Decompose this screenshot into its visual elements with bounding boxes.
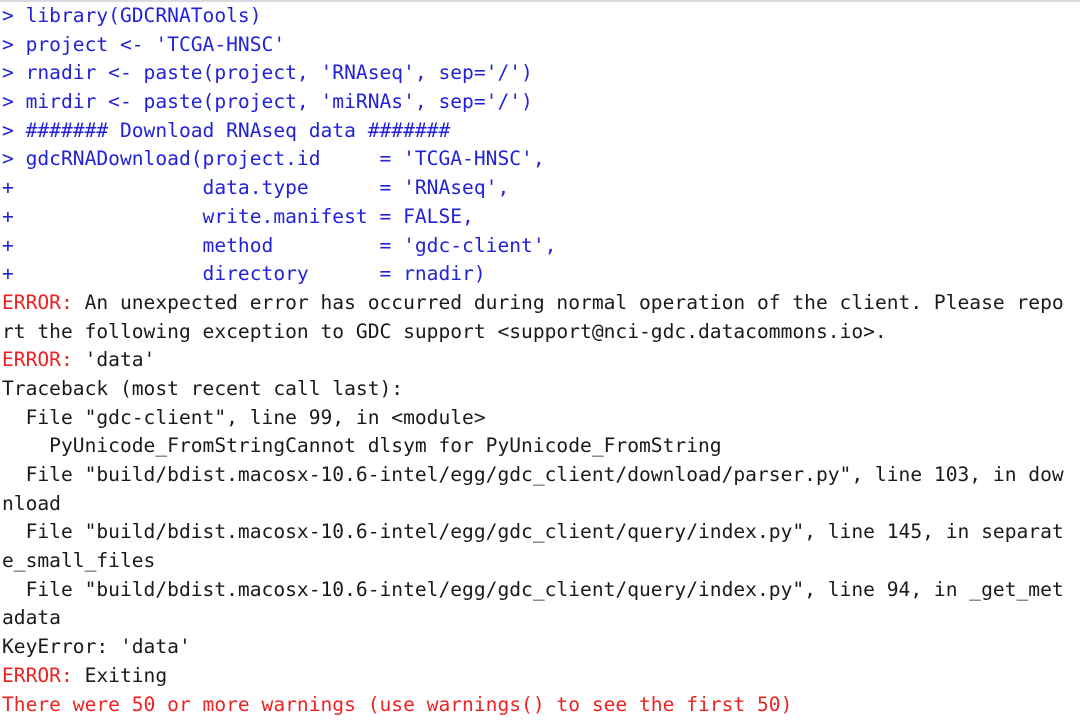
console-line-segment: > mirdir <- paste(project, 'miRNAs', sep…: [2, 90, 533, 114]
console-line-error: ERROR: An unexpected error has occurred …: [2, 289, 1080, 318]
console-line-segment: Traceback (most recent call last):: [2, 376, 404, 400]
console-line-segment: > ####### Download RNAseq data #######: [2, 118, 451, 142]
console-line-segment: ERROR:: [2, 663, 73, 687]
console-line-output: rt the following exception to GDC suppor…: [2, 318, 1080, 347]
console-line-input: > mirdir <- paste(project, 'miRNAs', sep…: [2, 88, 1080, 117]
console-line-segment: e_small_files: [2, 549, 156, 573]
console-line-input: > library(GDCRNATools): [2, 2, 1080, 31]
console-line-segment: 'data': [72, 348, 156, 372]
console-line-output: nload: [2, 490, 1080, 519]
console-line-output: File "build/bdist.macosx-10.6-intel/egg/…: [2, 576, 1080, 605]
console-line-segment: > project <- 'TCGA-HNSC': [2, 32, 286, 56]
console-line-segment: rt the following exception to GDC suppor…: [2, 319, 887, 343]
console-line-error: ERROR: Exiting: [2, 662, 1080, 691]
console-line-segment: nload: [2, 491, 61, 515]
console-line-segment: File "build/bdist.macosx-10.6-intel/egg/…: [2, 520, 1064, 544]
console-line-segment: There were 50 or more warnings (use warn…: [2, 692, 793, 716]
console-line-segment: + directory = rnadir): [2, 262, 486, 286]
console-line-segment: + method = 'gdc-client',: [2, 233, 557, 257]
console-line-output: e_small_files: [2, 547, 1080, 576]
console-line-input: + data.type = 'RNAseq',: [2, 174, 1080, 203]
console-line-segment: PyUnicode_FromStringCannot dlsym for PyU…: [2, 434, 722, 458]
console-line-output: PyUnicode_FromStringCannot dlsym for PyU…: [2, 432, 1080, 461]
console-line-input: + method = 'gdc-client',: [2, 232, 1080, 261]
console-line-segment: adata: [2, 606, 61, 630]
console-line-input: + directory = rnadir): [2, 260, 1080, 289]
console-line-input: > ####### Download RNAseq data #######: [2, 117, 1080, 146]
console-line-output: adata: [2, 604, 1080, 633]
console-line-segment: File "gdc-client", line 99, in <module>: [2, 405, 486, 429]
console-line-output: File "build/bdist.macosx-10.6-intel/egg/…: [2, 461, 1080, 490]
console-line-segment: > rnadir <- paste(project, 'RNAseq', sep…: [2, 61, 533, 85]
console-line-segment: An unexpected error has occurred during …: [72, 290, 1064, 314]
console-line-segment: ERROR:: [2, 290, 73, 314]
console-line-input: + write.manifest = FALSE,: [2, 203, 1080, 232]
console-line-segment: ERROR:: [2, 348, 73, 372]
console-line-segment: + write.manifest = FALSE,: [2, 204, 474, 228]
console-line-segment: > library(GDCRNATools): [2, 4, 262, 27]
console-line-input: > rnadir <- paste(project, 'RNAseq', sep…: [2, 59, 1080, 88]
console-line-segment: KeyError: 'data': [2, 635, 191, 659]
console-line-segment: Exiting: [72, 663, 168, 687]
console-line-warning: There were 50 or more warnings (use warn…: [2, 691, 1080, 720]
console-line-segment: > gdcRNADownload(project.id = 'TCGA-HNSC…: [2, 147, 545, 171]
console-line-segment: File "build/bdist.macosx-10.6-intel/egg/…: [2, 577, 1064, 601]
console-line-output: KeyError: 'data': [2, 633, 1080, 662]
console-line-input: > project <- 'TCGA-HNSC': [2, 31, 1080, 60]
console-output-area[interactable]: > library(GDCRNATools) > project <- 'TCGA…: [0, 2, 1080, 720]
console-line-output: File "gdc-client", line 99, in <module>: [2, 404, 1080, 433]
console-line-error: ERROR: 'data': [2, 346, 1080, 375]
console-line-output: File "build/bdist.macosx-10.6-intel/egg/…: [2, 518, 1080, 547]
console-line-segment: File "build/bdist.macosx-10.6-intel/egg/…: [2, 463, 1064, 486]
console-line-output: Traceback (most recent call last):: [2, 375, 1080, 404]
r-console-window[interactable]: > library(GDCRNATools) > project <- 'TCGA…: [0, 0, 1080, 720]
console-line-input: > gdcRNADownload(project.id = 'TCGA-HNSC…: [2, 145, 1080, 174]
console-line-segment: + data.type = 'RNAseq',: [2, 176, 510, 200]
